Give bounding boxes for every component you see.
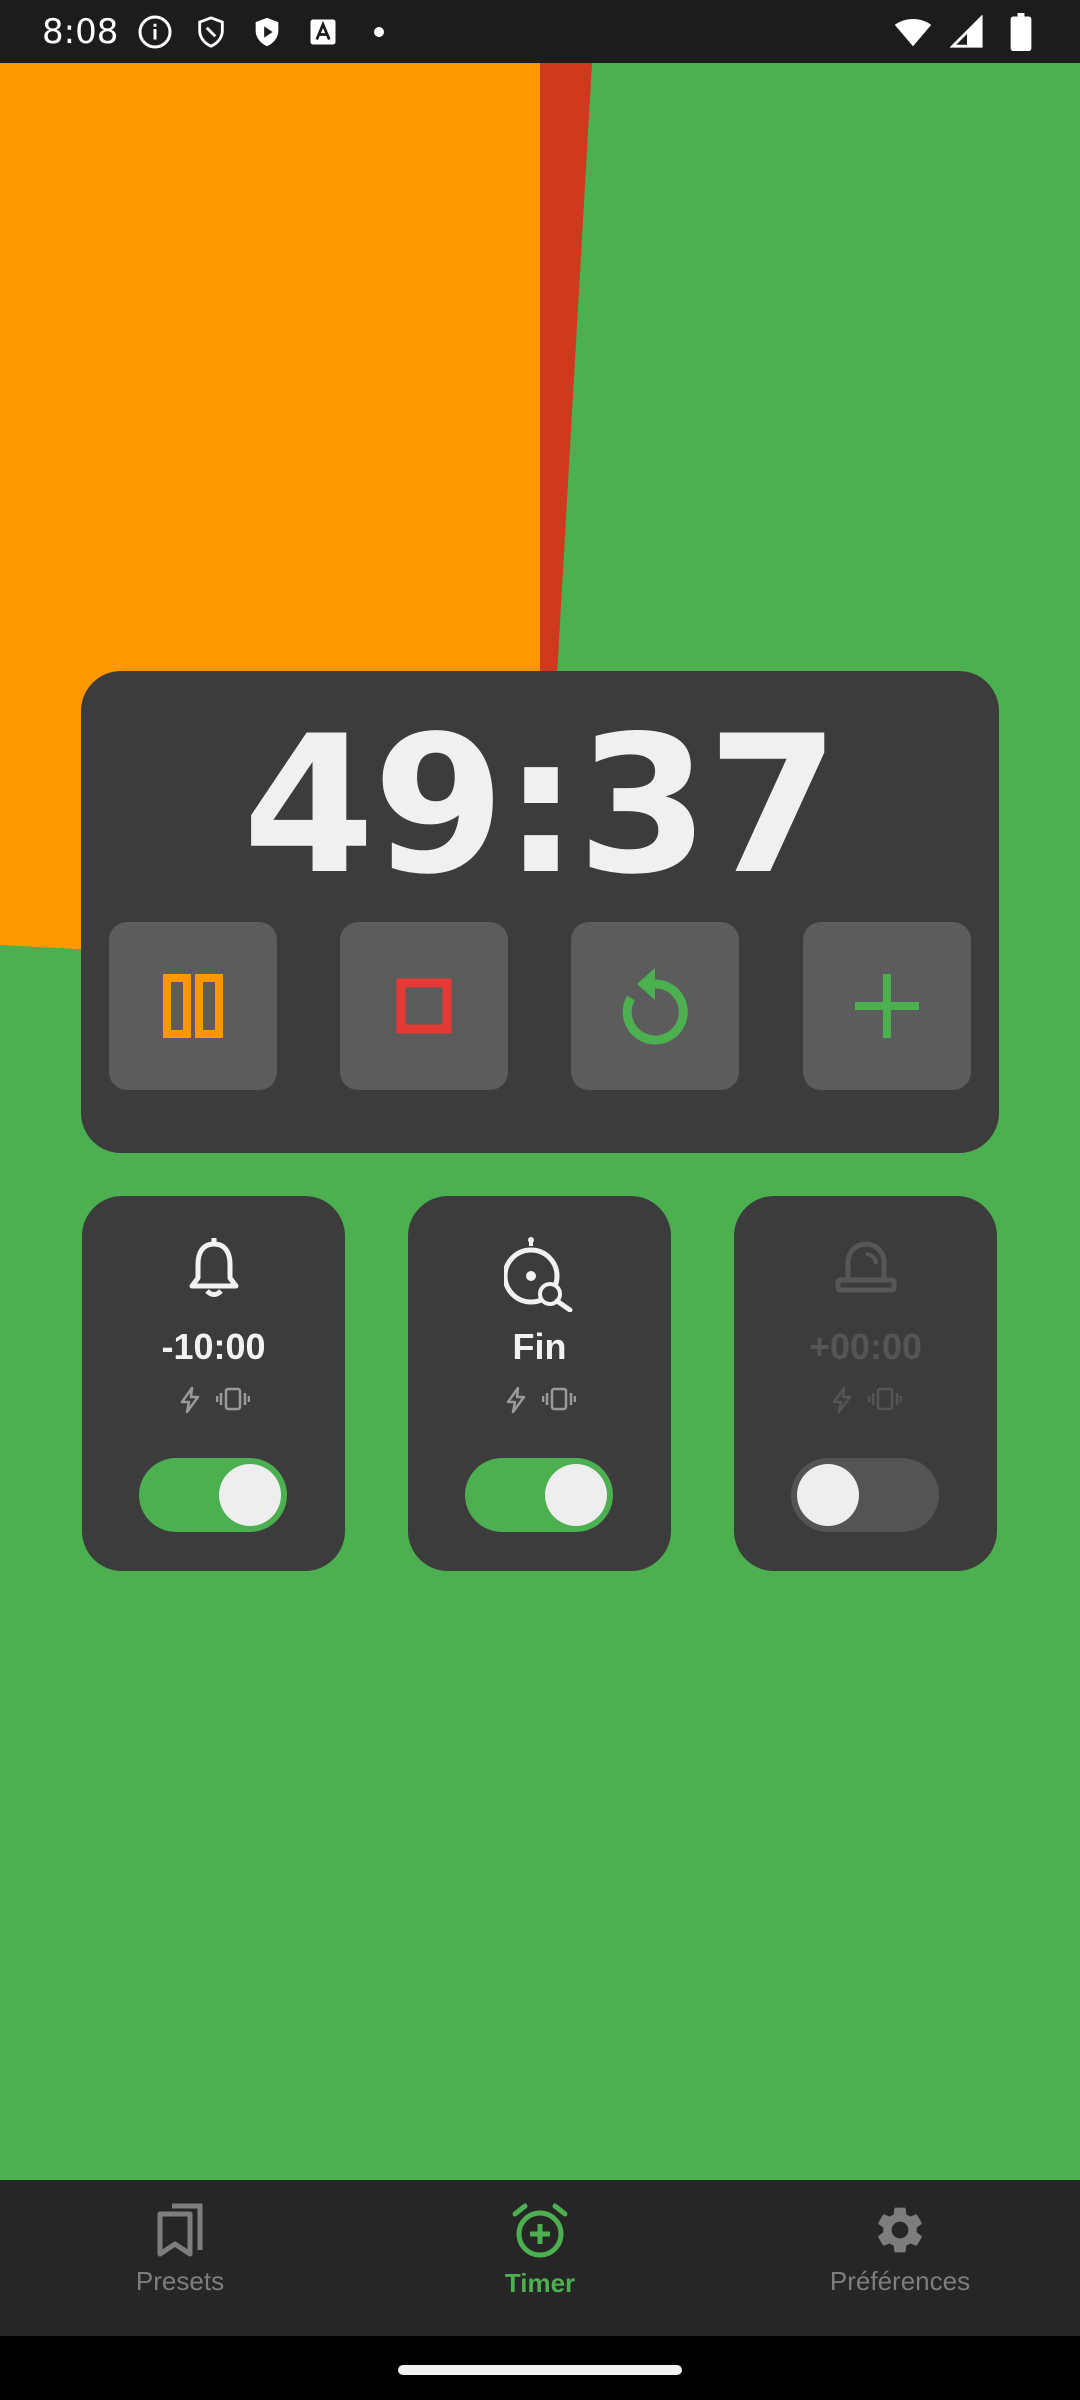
timer-display: 49:37 bbox=[242, 695, 840, 916]
dot-icon bbox=[360, 13, 398, 51]
wifi-icon bbox=[894, 13, 932, 51]
status-time: 8:08 bbox=[42, 11, 119, 52]
siren-icon bbox=[835, 1241, 896, 1293]
alarm-toggle[interactable] bbox=[465, 1458, 613, 1532]
flash-icon bbox=[506, 1386, 525, 1414]
shield-icon bbox=[192, 13, 230, 51]
flash-icon bbox=[832, 1386, 851, 1414]
alarm-label: +00:00 bbox=[808, 1326, 923, 1367]
pause-button[interactable] bbox=[109, 922, 277, 1090]
stop-icon bbox=[396, 978, 452, 1034]
play-store-icon bbox=[248, 13, 286, 51]
vibrate-icon bbox=[541, 1387, 576, 1411]
alarm-toggle[interactable] bbox=[791, 1458, 939, 1532]
battery-icon bbox=[1002, 12, 1040, 51]
info-icon bbox=[136, 13, 174, 51]
restart-icon bbox=[622, 968, 688, 1045]
add-time-button[interactable] bbox=[803, 922, 971, 1090]
alarm-card-after-end: +00:00 bbox=[734, 1196, 997, 1571]
toggle-knob bbox=[545, 1464, 607, 1526]
vibrate-icon bbox=[215, 1387, 250, 1411]
nav-item-timer[interactable]: Timer bbox=[360, 2180, 720, 2336]
signal-icon bbox=[948, 13, 986, 51]
stop-button[interactable] bbox=[340, 922, 508, 1090]
nav-label: Timer bbox=[504, 2268, 576, 2298]
nav-item-preferences[interactable]: Préférences bbox=[720, 2180, 1080, 2336]
pause-icon bbox=[163, 974, 223, 1038]
bookmarks-icon bbox=[157, 2203, 203, 2257]
home-gesture-handle[interactable] bbox=[398, 2365, 682, 2375]
alarm-add-icon bbox=[512, 2203, 568, 2258]
restart-button[interactable] bbox=[571, 922, 739, 1090]
nav-item-presets[interactable]: Presets bbox=[0, 2180, 360, 2336]
alarm-card-before-end: -10:00 bbox=[82, 1196, 345, 1571]
font-icon bbox=[304, 13, 342, 51]
bottom-navigation: Presets Timer Préférences bbox=[0, 2180, 1080, 2336]
alarm-card-end: Fin bbox=[408, 1196, 671, 1571]
nav-label: Préférences bbox=[829, 2266, 971, 2296]
nav-label: Presets bbox=[135, 2266, 225, 2296]
toggle-knob bbox=[219, 1464, 281, 1526]
status-bar: 8:08 bbox=[0, 0, 1080, 63]
gear-icon bbox=[878, 2207, 922, 2253]
alarm-toggle[interactable] bbox=[139, 1458, 287, 1532]
alarm-label: -10:00 bbox=[161, 1326, 266, 1367]
vibrate-icon bbox=[867, 1387, 902, 1411]
alarm-label: Fin bbox=[512, 1326, 567, 1367]
timer-card: 49:37 bbox=[81, 671, 999, 1153]
flash-icon bbox=[180, 1386, 199, 1414]
toggle-knob bbox=[797, 1464, 859, 1526]
alarm-end-icon bbox=[503, 1237, 572, 1312]
bell-icon bbox=[189, 1238, 238, 1297]
plus-icon bbox=[855, 974, 919, 1038]
